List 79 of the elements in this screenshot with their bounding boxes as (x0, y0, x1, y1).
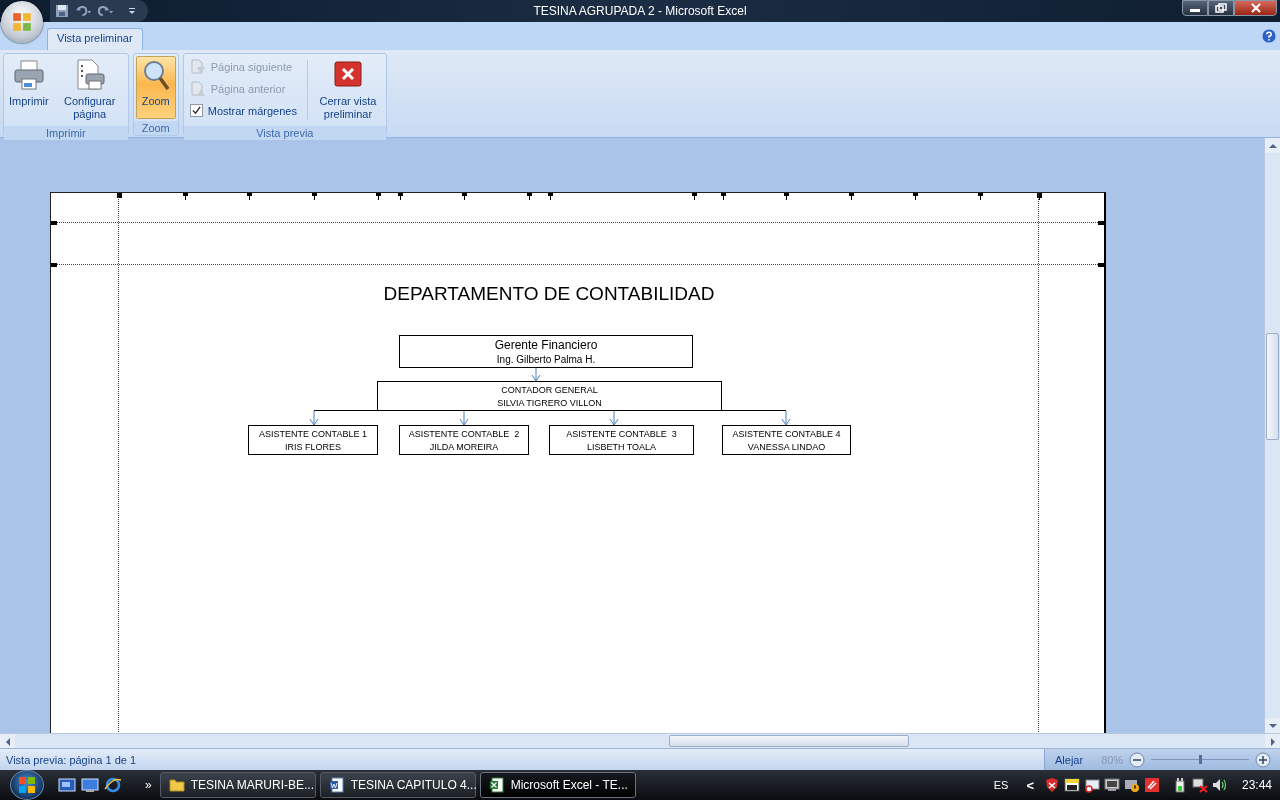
connector-arrow (531, 368, 541, 381)
browser-icon[interactable] (104, 777, 122, 793)
vertical-scrollbar[interactable] (1264, 138, 1280, 733)
chart-title: DEPARTAMENTO DE CONTABILIDAD (382, 283, 716, 305)
person-name: Ing. Gilberto Palma H. (495, 353, 597, 366)
document-icon (328, 777, 345, 793)
ribbon-tab[interactable]: Vista preliminar (47, 28, 143, 50)
printer-icon (12, 59, 45, 91)
checkbox-option[interactable]: Mostrar márgenes (189, 101, 297, 120)
switch-windows-icon[interactable] (58, 777, 76, 793)
ribbon-button[interactable]: Zoom (135, 56, 176, 119)
on-switch-icon[interactable] (1063, 777, 1080, 793)
taskbar-button[interactable]: TESINA MARURI-BE... (159, 772, 316, 798)
window-title: TESINA AGRUPADA 2 - Microsoft Excel (533, 4, 747, 18)
connector-arrow (609, 411, 619, 425)
zoom-out-icon[interactable] (1129, 751, 1146, 768)
role-title: ASISTENTE CONTABLE 1 (258, 428, 368, 441)
clock[interactable]: 23:44 (1241, 778, 1272, 792)
network-disconnected-icon[interactable] (1191, 777, 1208, 793)
person-name: SILVIA TIGRERO VILLON (496, 397, 603, 410)
margin-handle[interactable] (51, 221, 57, 225)
page-up-icon (189, 80, 206, 97)
folder-icon (168, 777, 185, 793)
ribbon-button[interactable]: Imprimir (6, 56, 52, 124)
checkbox[interactable] (189, 104, 203, 117)
close-button[interactable] (1234, 0, 1277, 16)
slider-thumb[interactable] (1199, 755, 1203, 764)
more-toolbars-chevron[interactable]: » (145, 778, 152, 792)
undo-icon[interactable] (76, 4, 92, 18)
margin-handle[interactable] (1098, 221, 1104, 225)
person-name: IRIS FLORES (284, 441, 342, 454)
margin-handle[interactable] (51, 263, 57, 267)
help-icon[interactable] (1262, 29, 1276, 43)
role-title: ASISTENTE CONTABLE 4 (731, 428, 842, 441)
group-label: Zoom (133, 121, 178, 135)
status-text: Vista previa: página 1 de 1 (5, 753, 138, 766)
volume-icon[interactable] (1211, 777, 1228, 793)
restore-icon (1215, 3, 1227, 13)
office-logo-icon (11, 11, 33, 33)
monitor-icon[interactable] (1103, 777, 1120, 793)
group-label: Vista previa (183, 126, 386, 140)
role-title: ASISTENTE CONTABLE 2 (407, 428, 521, 441)
group-label: Imprimir (4, 126, 128, 140)
ribbon-button[interactable]: Cerrar vista preliminar (312, 56, 384, 124)
windows-logo-icon (17, 775, 37, 795)
shield-icon[interactable] (1043, 777, 1060, 793)
person-name: JILDA MOREIRA (428, 441, 500, 454)
connector-arrow (781, 411, 791, 425)
zoom-in-icon[interactable] (1255, 751, 1272, 768)
minimize-button[interactable] (1182, 0, 1208, 16)
connector-arrow (459, 411, 469, 425)
ribbon-button[interactable]: Configurar página (53, 56, 126, 124)
zoom-out-label[interactable]: Alejar (1055, 753, 1084, 766)
checkmark-icon (191, 106, 201, 115)
save-icon[interactable] (54, 4, 70, 18)
taskbar-button[interactable]: TESINA CAPITULO 4... (319, 772, 476, 798)
card-icon[interactable] (1083, 777, 1100, 793)
taskbar-button[interactable]: Microsoft Excel - TE... (479, 772, 636, 798)
scroll-thumb[interactable] (1266, 333, 1279, 440)
page-down-icon (189, 58, 206, 75)
connector-arrow (309, 411, 319, 425)
margin-handle[interactable] (1098, 263, 1104, 267)
spreadsheet-icon (488, 777, 505, 793)
scroll-thumb[interactable] (669, 735, 909, 747)
role-title: CONTADOR GENERAL (500, 384, 599, 397)
horizontal-scrollbar[interactable] (0, 733, 1280, 748)
restore-button[interactable] (1208, 0, 1234, 16)
show-hidden-icons-button[interactable]: < (1026, 777, 1034, 793)
person-name: VANESSA LINDAO (746, 441, 827, 454)
desktop-icon[interactable] (81, 777, 99, 793)
start-button[interactable] (10, 770, 44, 800)
customize-caret-icon[interactable] (128, 7, 136, 15)
role-title: ASISTENTE CONTABLE 3 (565, 428, 678, 441)
person-name: LISBETH TOALA (585, 441, 658, 454)
close-icon (1249, 3, 1262, 13)
redo-icon[interactable] (98, 4, 114, 18)
language-indicator[interactable]: ES (993, 779, 1009, 791)
role-title: Gerente Financiero (493, 338, 599, 353)
warning-icon[interactable] (1123, 777, 1140, 793)
